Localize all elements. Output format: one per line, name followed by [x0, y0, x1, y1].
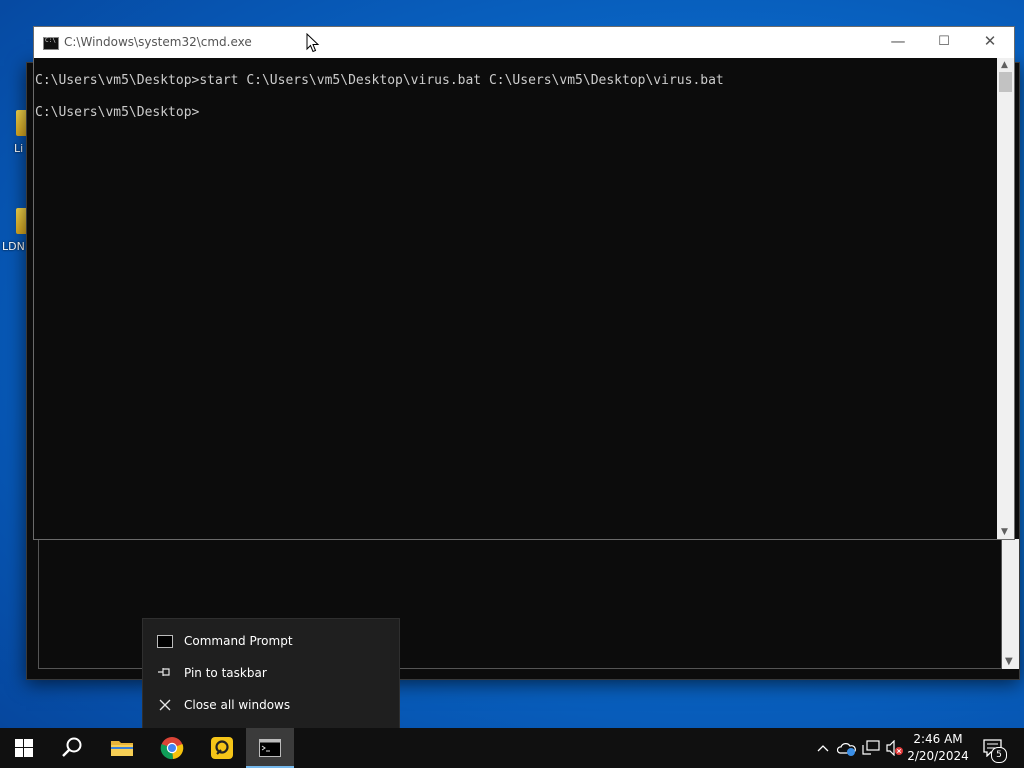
console-output[interactable]: C:\Users\vm5\Desktop>start C:\Users\vm5\…: [34, 58, 996, 539]
pin-icon: [157, 666, 173, 680]
scroll-thumb[interactable]: [999, 72, 1012, 92]
tray-onedrive-button[interactable]: [836, 728, 856, 768]
scroll-up-arrow-icon[interactable]: ▲: [1001, 60, 1008, 70]
desktop-icon-2[interactable]: LDN: [2, 208, 30, 254]
taskbar-chrome[interactable]: [148, 728, 196, 768]
scroll-down-arrow-icon[interactable]: ▼: [1001, 527, 1008, 537]
cloud-info-icon: [837, 743, 856, 756]
search-icon: [62, 737, 82, 757]
desktop-icon-label: Li: [14, 142, 24, 155]
console-prompt: C:\Users\vm5\Desktop>: [35, 105, 200, 120]
clock-date: 2/20/2024: [907, 749, 969, 763]
jumplist-item-pin-to-taskbar[interactable]: Pin to taskbar: [143, 659, 399, 689]
taskbar-ldplayer[interactable]: [198, 728, 246, 768]
desktop-icon-label: LDN: [2, 240, 25, 253]
minimize-button[interactable]: —: [875, 27, 921, 58]
cmd-window[interactable]: C:\Windows\system32\cmd.exe — ☐ ✕ C:\Use…: [33, 26, 1015, 540]
taskbar-jump-list: Command Prompt Pin to taskbar Close all …: [142, 618, 400, 730]
console-line: C:\Users\vm5\Desktop>start C:\Users\vm5\…: [35, 73, 724, 88]
cmd-app-icon: [43, 37, 59, 50]
jumplist-item-label: Pin to taskbar: [184, 666, 267, 680]
cmd-icon: [259, 739, 281, 757]
windows-logo-icon: [15, 739, 33, 757]
notification-count-badge: 5: [991, 747, 1007, 763]
window-title: C:\Windows\system32\cmd.exe: [64, 35, 252, 49]
mouse-cursor-icon: [306, 33, 320, 53]
vertical-scrollbar[interactable]: ▼: [1002, 539, 1019, 669]
taskbar-file-explorer[interactable]: [98, 728, 146, 768]
chrome-icon: [160, 737, 184, 760]
scroll-down-arrow-icon[interactable]: ▼: [1005, 656, 1013, 667]
jumplist-item-command-prompt[interactable]: Command Prompt: [143, 627, 399, 657]
jumplist-item-close-all-windows[interactable]: Close all windows: [143, 691, 399, 721]
action-center-button[interactable]: 5: [980, 728, 1024, 768]
taskbar-cmd[interactable]: [246, 728, 294, 768]
close-button[interactable]: ✕: [967, 27, 1013, 58]
tray-network-button[interactable]: [860, 728, 882, 768]
start-button[interactable]: [0, 728, 48, 768]
taskbar-clock[interactable]: 2:46 AM 2/20/2024: [900, 731, 976, 765]
cmd-icon: [157, 634, 173, 648]
folder-icon: [111, 741, 133, 756]
network-icon: [862, 740, 880, 755]
taskbar: 2:46 AM 2/20/2024 5: [0, 728, 1024, 768]
show-hidden-icons-button[interactable]: [814, 728, 832, 768]
maximize-button[interactable]: ☐: [921, 27, 967, 58]
ldplayer-icon: [211, 737, 233, 759]
chevron-up-icon: [817, 745, 829, 752]
search-button[interactable]: [48, 728, 96, 768]
title-bar[interactable]: C:\Windows\system32\cmd.exe — ☐ ✕: [34, 27, 1014, 58]
close-icon: [157, 698, 173, 712]
clock-time: 2:46 AM: [913, 732, 963, 746]
jumplist-item-label: Close all windows: [184, 698, 291, 712]
jumplist-item-label: Command Prompt: [184, 634, 293, 648]
vertical-scrollbar[interactable]: ▲ ▼: [997, 58, 1014, 539]
